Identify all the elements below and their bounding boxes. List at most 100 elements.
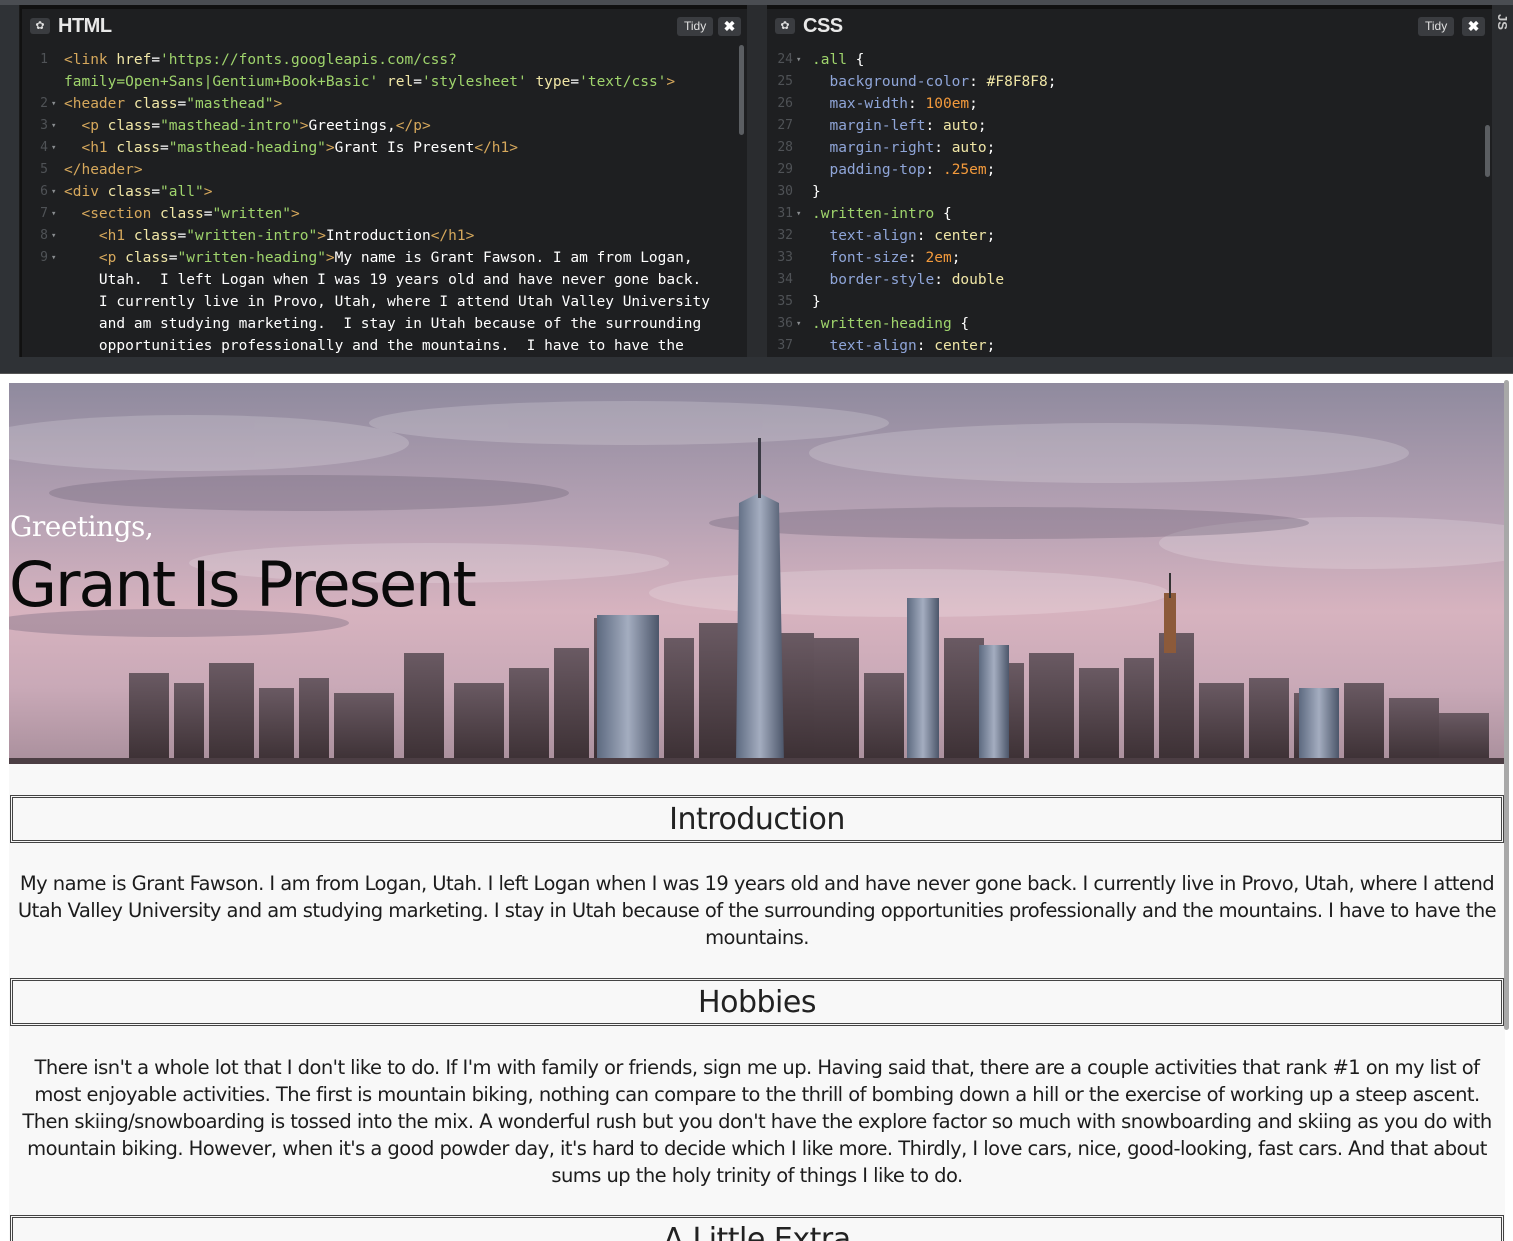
html-code-line[interactable]: 9 ▾ <p class="written-heading">My name is… xyxy=(22,247,747,269)
code-token: family=Open+Sans|Gentium+Book+Basic' xyxy=(64,74,379,90)
html-code-line[interactable]: 8 ▾ <h1 class="written-intro">Introductio… xyxy=(22,225,747,247)
line-number: 3 xyxy=(40,118,48,133)
html-code-line[interactable]: 3 ▾ <p class="masthead-intro">Greetings,<… xyxy=(22,115,747,137)
code-token: : xyxy=(969,74,987,90)
code-token: class xyxy=(107,184,152,200)
editor-resize-bar[interactable] xyxy=(0,357,1513,374)
code-token: } xyxy=(812,294,821,310)
code-text: max-width: 100em; xyxy=(812,93,977,115)
html-code-line[interactable]: Utah. I left Logan when I was 19 years o… xyxy=(22,269,747,291)
code-token: ; xyxy=(977,118,987,134)
css-code-line[interactable]: 25 background-color: #F8F8F8; xyxy=(767,71,1492,93)
css-editor-scrollbar[interactable] xyxy=(1485,125,1490,177)
css-code-line[interactable]: 33 font-size: 2em; xyxy=(767,247,1492,269)
css-code-line[interactable]: 32 text-align: center; xyxy=(767,225,1492,247)
section-heading-hobbies: Hobbies xyxy=(10,978,1504,1026)
code-token: rel xyxy=(387,74,414,90)
fold-arrow-icon[interactable]: ▾ xyxy=(51,225,56,247)
code-token: margin-right xyxy=(829,140,935,156)
css-panel-title: CSS xyxy=(803,15,843,37)
code-token: = xyxy=(177,228,187,244)
code-token: : xyxy=(934,272,952,288)
fold-arrow-icon[interactable]: ▾ xyxy=(51,137,56,159)
code-text: <link href='https://fonts.googleapis.com… xyxy=(64,49,457,71)
css-tidy-button[interactable]: Tidy xyxy=(1418,17,1455,36)
html-code-line[interactable]: and am studying marketing. I stay in Uta… xyxy=(22,313,747,335)
css-code-line[interactable]: 34 border-style: double xyxy=(767,269,1492,291)
css-code-line[interactable]: 36 ▾ .written-heading { xyxy=(767,313,1492,335)
js-panel-collapsed[interactable] xyxy=(1492,5,1513,374)
css-code-line[interactable]: 27 margin-left: auto; xyxy=(767,115,1492,137)
line-number: 25 xyxy=(777,74,793,89)
css-code-line[interactable]: 31 ▾ .written-intro { xyxy=(767,203,1492,225)
html-tidy-button[interactable]: Tidy xyxy=(677,17,714,36)
html-code-line[interactable]: 2 ▾ <header class="masthead"> xyxy=(22,93,747,115)
introduction-paragraph: My name is Grant Fawson. I am from Logan… xyxy=(17,872,1497,949)
code-text: .written-intro { xyxy=(812,203,952,225)
fold-arrow-icon[interactable]: ▾ xyxy=(51,203,56,225)
code-token: text-align xyxy=(829,228,917,244)
code-token: <h1 xyxy=(98,228,134,244)
preview-scrollbar[interactable] xyxy=(1504,380,1509,1030)
code-token: <p xyxy=(98,250,126,266)
fold-arrow-icon[interactable]: ▾ xyxy=(796,49,801,71)
html-code-line[interactable]: 6 ▾ <div class="all"> xyxy=(22,181,747,203)
css-close-icon[interactable]: ✖ xyxy=(1462,17,1485,36)
css-code-line[interactable]: 29 padding-top: .25em; xyxy=(767,159,1492,181)
html-code-line[interactable]: 5 </header> xyxy=(22,159,747,181)
html-code-area[interactable]: 1 <link href='https://fonts.googleapis.co… xyxy=(22,49,747,357)
line-number: 1 xyxy=(40,52,48,67)
fold-arrow-icon[interactable]: ▾ xyxy=(796,313,801,335)
css-settings-gear-icon[interactable]: ✿ xyxy=(775,18,795,34)
css-code-line[interactable]: 24 ▾ .all { xyxy=(767,49,1492,71)
code-token: <link xyxy=(64,52,117,68)
code-token: <header xyxy=(64,96,134,112)
html-code-line[interactable]: 1 <link href='https://fonts.googleapis.co… xyxy=(22,49,747,71)
css-editor-panel[interactable]: ✿ CSS Tidy ✖ 24 ▾ .all {25 background-colo… xyxy=(767,9,1492,357)
fold-arrow-icon[interactable]: ▾ xyxy=(51,181,56,203)
html-code-line[interactable]: I currently live in Provo, Utah, where I… xyxy=(22,291,747,313)
code-token: 100em xyxy=(925,96,970,112)
code-token: { xyxy=(846,52,865,68)
js-panel-label[interactable]: JS xyxy=(1495,14,1510,30)
html-code-line[interactable]: opportunities professionally and the mou… xyxy=(22,335,747,357)
fold-arrow-icon[interactable]: ▾ xyxy=(51,93,56,115)
fold-arrow-icon[interactable]: ▾ xyxy=(51,247,56,269)
html-settings-gear-icon[interactable]: ✿ xyxy=(30,18,50,34)
html-code-line[interactable]: family=Open+Sans|Gentium+Book+Basic' rel… xyxy=(22,71,747,93)
written-intro-text: Hobbies xyxy=(698,985,816,1020)
html-editor-scrollbar[interactable] xyxy=(739,45,744,135)
html-code-line[interactable]: 7 ▾ <section class="written"> xyxy=(22,203,747,225)
code-text: <p class="masthead-intro">Greetings,</p> xyxy=(64,115,430,137)
html-close-icon[interactable]: ✖ xyxy=(718,17,741,36)
fold-arrow-icon[interactable]: ▾ xyxy=(796,203,801,225)
code-token: > xyxy=(273,96,283,112)
fold-arrow-icon[interactable]: ▾ xyxy=(51,115,56,137)
code-token: "written" xyxy=(212,206,292,222)
code-token: { xyxy=(951,316,970,332)
code-token: </header> xyxy=(64,162,143,178)
line-number: 24 xyxy=(777,52,793,67)
css-code-line[interactable]: 30} xyxy=(767,181,1492,203)
code-token: My name is Grant Fawson. I am from Logan… xyxy=(334,250,693,266)
css-code-line[interactable]: 26 max-width: 100em; xyxy=(767,93,1492,115)
code-token: = xyxy=(151,184,161,200)
code-token: > xyxy=(666,74,676,90)
css-code-line[interactable]: 35} xyxy=(767,291,1492,313)
html-code-line[interactable]: 4 ▾ <h1 class="masthead-heading">Grant Is… xyxy=(22,137,747,159)
panel-splitter[interactable] xyxy=(747,5,767,374)
css-code-area[interactable]: 24 ▾ .all {25 background-color: #F8F8F8; 26… xyxy=(767,49,1492,357)
code-token: class xyxy=(116,140,161,156)
line-number: 31 xyxy=(777,206,793,221)
html-editor-panel[interactable]: ✿ HTML Tidy ✖ 1 <link href='https://fonts… xyxy=(22,9,747,357)
line-number: 9 xyxy=(40,250,48,265)
code-token: = xyxy=(570,74,580,90)
css-code-line[interactable]: 37 text-align: center; xyxy=(767,335,1492,357)
css-code-line[interactable]: 28 margin-right: auto; xyxy=(767,137,1492,159)
code-token: background-color xyxy=(829,74,970,90)
